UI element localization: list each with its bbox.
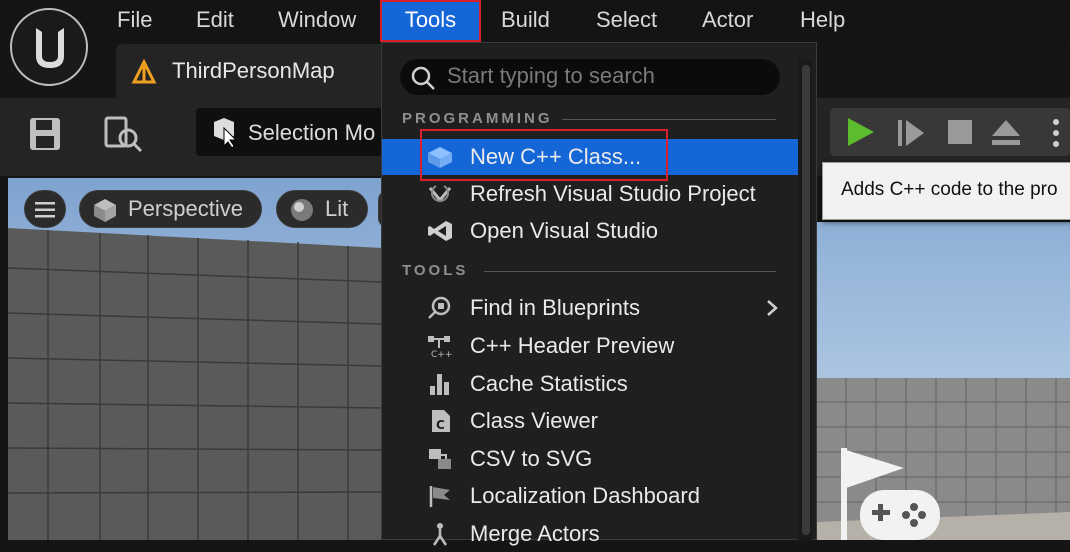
menu-item-find-in-blueprints[interactable]: Find in Blueprints	[382, 290, 798, 326]
annotation-highlight-box	[420, 129, 668, 181]
search-placeholder: Start typing to search	[447, 63, 655, 88]
level-icon	[131, 58, 157, 84]
eject-icon[interactable]	[990, 116, 1022, 148]
tooltip-text: Adds C++ code to the pro	[841, 179, 1058, 200]
section-divider	[484, 271, 776, 272]
cube-icon	[94, 199, 116, 222]
lit-sphere-icon	[291, 199, 313, 221]
menu-item-label: C++ Header Preview	[470, 333, 675, 358]
level-viewport-right[interactable]	[816, 222, 1070, 540]
scrollbar-thumb[interactable]	[802, 65, 810, 535]
section-header-programming: PROGRAMMING	[402, 110, 553, 127]
menu-item-open-visual-studio[interactable]: Open Visual Studio	[382, 213, 798, 249]
browse-content-icon[interactable]	[104, 114, 144, 154]
section-header-tools: TOOLS	[402, 262, 469, 279]
menu-item-cpp-header-preview[interactable]: C++ C++ Header Preview	[382, 328, 798, 364]
lit-button[interactable]: Lit	[276, 190, 368, 228]
bar-chart-icon	[430, 374, 449, 395]
chevron-right-icon	[767, 300, 778, 316]
lit-label: Lit	[325, 196, 349, 221]
section-divider	[562, 119, 776, 120]
refresh-vs-icon	[428, 185, 452, 203]
selection-mode-dropdown[interactable]: Selection Mo	[196, 108, 396, 156]
play-icon[interactable]	[844, 116, 876, 148]
play-controls	[830, 108, 1070, 156]
menu-item-label: Cache Statistics	[470, 371, 628, 396]
menu-item-merge-actors[interactable]: Merge Actors	[382, 516, 798, 552]
menu-edit[interactable]: Edit	[184, 0, 246, 42]
flag-icon	[429, 486, 450, 507]
menu-item-label: Open Visual Studio	[470, 218, 658, 243]
tab-third-person-map[interactable]: ThirdPersonMap	[116, 44, 386, 98]
viewport-options-button[interactable]	[24, 190, 66, 228]
menu-item-refresh-vs-project[interactable]: Refresh Visual Studio Project	[382, 176, 798, 212]
menu-item-label: Class Viewer	[470, 408, 598, 433]
cursor-icon	[214, 118, 238, 148]
menu-window[interactable]: Window	[266, 0, 368, 42]
menu-tools[interactable]: Tools	[380, 0, 481, 42]
dropdown-scrollbar[interactable]	[798, 59, 812, 541]
menu-help[interactable]: Help	[788, 0, 857, 42]
more-options-icon[interactable]	[1052, 118, 1060, 148]
find-blueprints-icon	[428, 296, 451, 319]
tools-dropdown-menu: Start typing to search PROGRAMMING New C…	[381, 42, 817, 546]
perspective-label: Perspective	[128, 196, 243, 221]
stop-icon[interactable]	[946, 118, 974, 146]
menu-item-label: Merge Actors	[470, 521, 600, 546]
menu-item-localization-dashboard[interactable]: Localization Dashboard	[382, 478, 798, 514]
menu-item-label: Find in Blueprints	[470, 295, 640, 320]
menu-item-csv-to-svg[interactable]: CSV to SVG	[382, 441, 798, 477]
visual-studio-icon	[428, 221, 452, 241]
selection-mode-label: Selection Mo	[248, 120, 376, 145]
menu-select[interactable]: Select	[584, 0, 669, 42]
svg-text:C: C	[436, 418, 445, 432]
menu-actor[interactable]: Actor	[690, 0, 765, 42]
menu-item-label: CSV to SVG	[470, 446, 593, 471]
hamburger-icon	[35, 202, 55, 218]
search-icon	[411, 66, 435, 90]
search-input[interactable]: Start typing to search	[400, 59, 780, 95]
tab-label: ThirdPersonMap	[172, 58, 335, 83]
menu-build[interactable]: Build	[489, 0, 562, 42]
csv-svg-icon	[429, 449, 451, 469]
svg-text:C++: C++	[431, 350, 452, 358]
menu-bar: File Edit Window Tools Build Select Acto…	[0, 0, 1070, 42]
perspective-button[interactable]: Perspective	[79, 190, 262, 228]
menu-item-label: Localization Dashboard	[470, 483, 700, 508]
menu-item-cache-statistics[interactable]: Cache Statistics	[382, 366, 798, 402]
save-icon[interactable]	[26, 114, 66, 154]
level-viewport[interactable]	[8, 178, 382, 540]
menu-file[interactable]: File	[105, 0, 164, 42]
unreal-logo[interactable]	[10, 8, 88, 86]
advance-frame-icon[interactable]	[896, 118, 926, 148]
player-start-icon	[841, 448, 940, 540]
menu-item-class-viewer[interactable]: C Class Viewer	[382, 403, 798, 439]
viewport-scene	[8, 228, 382, 540]
cpp-header-icon: C++	[428, 336, 452, 358]
menu-item-label: Refresh Visual Studio Project	[470, 181, 756, 206]
tooltip: Adds C++ code to the pro	[822, 162, 1070, 220]
merge-actors-icon	[432, 523, 448, 546]
class-viewer-icon: C	[432, 410, 450, 432]
unreal-logo-icon	[36, 28, 64, 68]
